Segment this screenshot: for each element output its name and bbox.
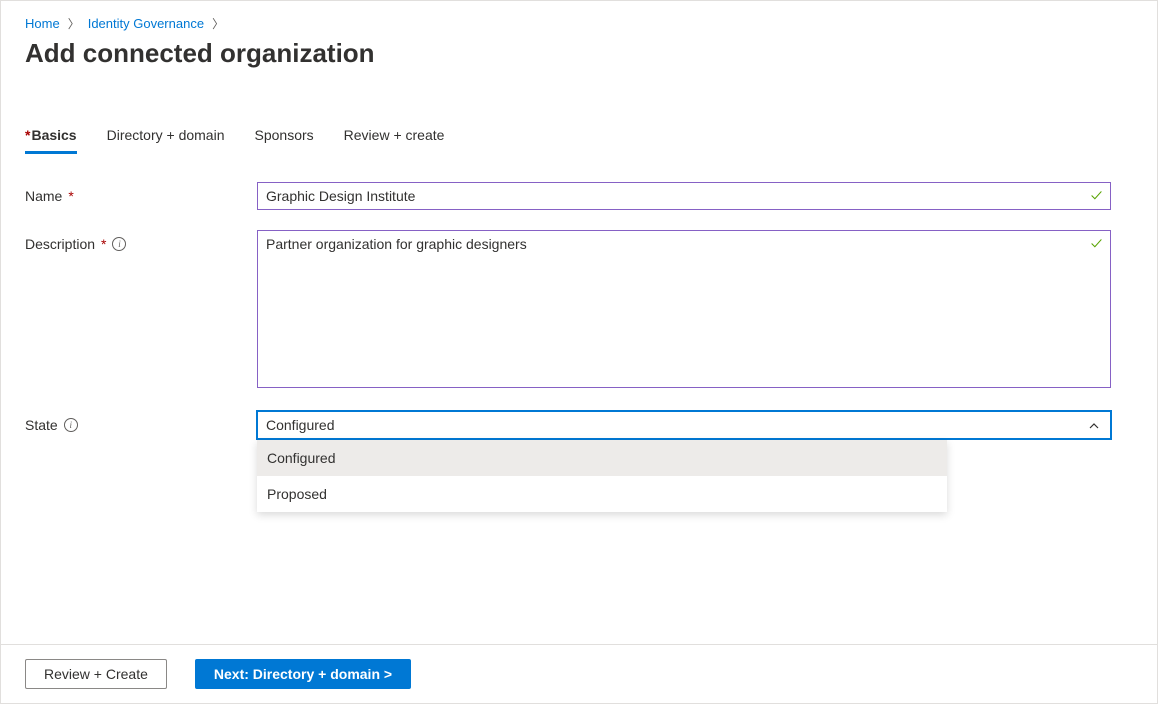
description-field-wrapper: Partner organization for graphic designe… bbox=[257, 230, 1111, 391]
chevron-up-icon bbox=[1088, 420, 1100, 432]
dropdown-option-proposed[interactable]: Proposed bbox=[257, 476, 947, 512]
description-label: Description * i bbox=[25, 230, 257, 252]
tab-sponsors[interactable]: Sponsors bbox=[255, 127, 314, 154]
content-area: Home 〉 Identity Governance 〉 Add connect… bbox=[1, 1, 1157, 439]
page-container: Home 〉 Identity Governance 〉 Add connect… bbox=[0, 0, 1158, 704]
form-row-name: Name * bbox=[25, 182, 1133, 210]
label-text: Name bbox=[25, 188, 62, 204]
state-dropdown[interactable]: Configured bbox=[257, 411, 1111, 439]
state-label: State i bbox=[25, 411, 257, 433]
info-icon[interactable]: i bbox=[64, 418, 78, 432]
page-title: Add connected organization bbox=[25, 38, 1133, 69]
name-label: Name * bbox=[25, 182, 257, 204]
tab-basics[interactable]: *Basics bbox=[25, 127, 77, 154]
required-indicator: * bbox=[101, 236, 106, 252]
name-field-wrapper bbox=[257, 182, 1111, 210]
dropdown-option-configured[interactable]: Configured bbox=[257, 440, 947, 476]
tab-bar: *Basics Directory + domain Sponsors Revi… bbox=[25, 127, 1133, 154]
review-create-button[interactable]: Review + Create bbox=[25, 659, 167, 689]
label-text: State bbox=[25, 417, 58, 433]
label-text: Description bbox=[25, 236, 95, 252]
breadcrumb-home-link[interactable]: Home bbox=[25, 16, 60, 31]
next-button[interactable]: Next: Directory + domain > bbox=[195, 659, 411, 689]
required-indicator: * bbox=[68, 188, 73, 204]
state-field-wrapper: Configured Configured Proposed bbox=[257, 411, 1111, 439]
tab-directory-domain[interactable]: Directory + domain bbox=[107, 127, 225, 154]
name-input[interactable] bbox=[257, 182, 1111, 210]
breadcrumb: Home 〉 Identity Governance 〉 bbox=[25, 15, 1133, 32]
breadcrumb-identity-gov-link[interactable]: Identity Governance bbox=[88, 16, 204, 31]
form-row-description: Description * i Partner organization for… bbox=[25, 230, 1133, 391]
chevron-right-icon: 〉 bbox=[212, 15, 224, 32]
description-textarea[interactable]: Partner organization for graphic designe… bbox=[257, 230, 1111, 388]
required-indicator: * bbox=[25, 127, 30, 143]
info-icon[interactable]: i bbox=[112, 237, 126, 251]
chevron-right-icon: 〉 bbox=[68, 15, 80, 32]
footer-bar: Review + Create Next: Directory + domain… bbox=[1, 644, 1157, 703]
form-row-state: State i Configured Configured Proposed bbox=[25, 411, 1133, 439]
state-dropdown-list: Configured Proposed bbox=[257, 440, 947, 512]
tab-review-create[interactable]: Review + create bbox=[344, 127, 445, 154]
tab-label: Basics bbox=[31, 127, 76, 143]
dropdown-selected-value: Configured bbox=[266, 417, 335, 433]
